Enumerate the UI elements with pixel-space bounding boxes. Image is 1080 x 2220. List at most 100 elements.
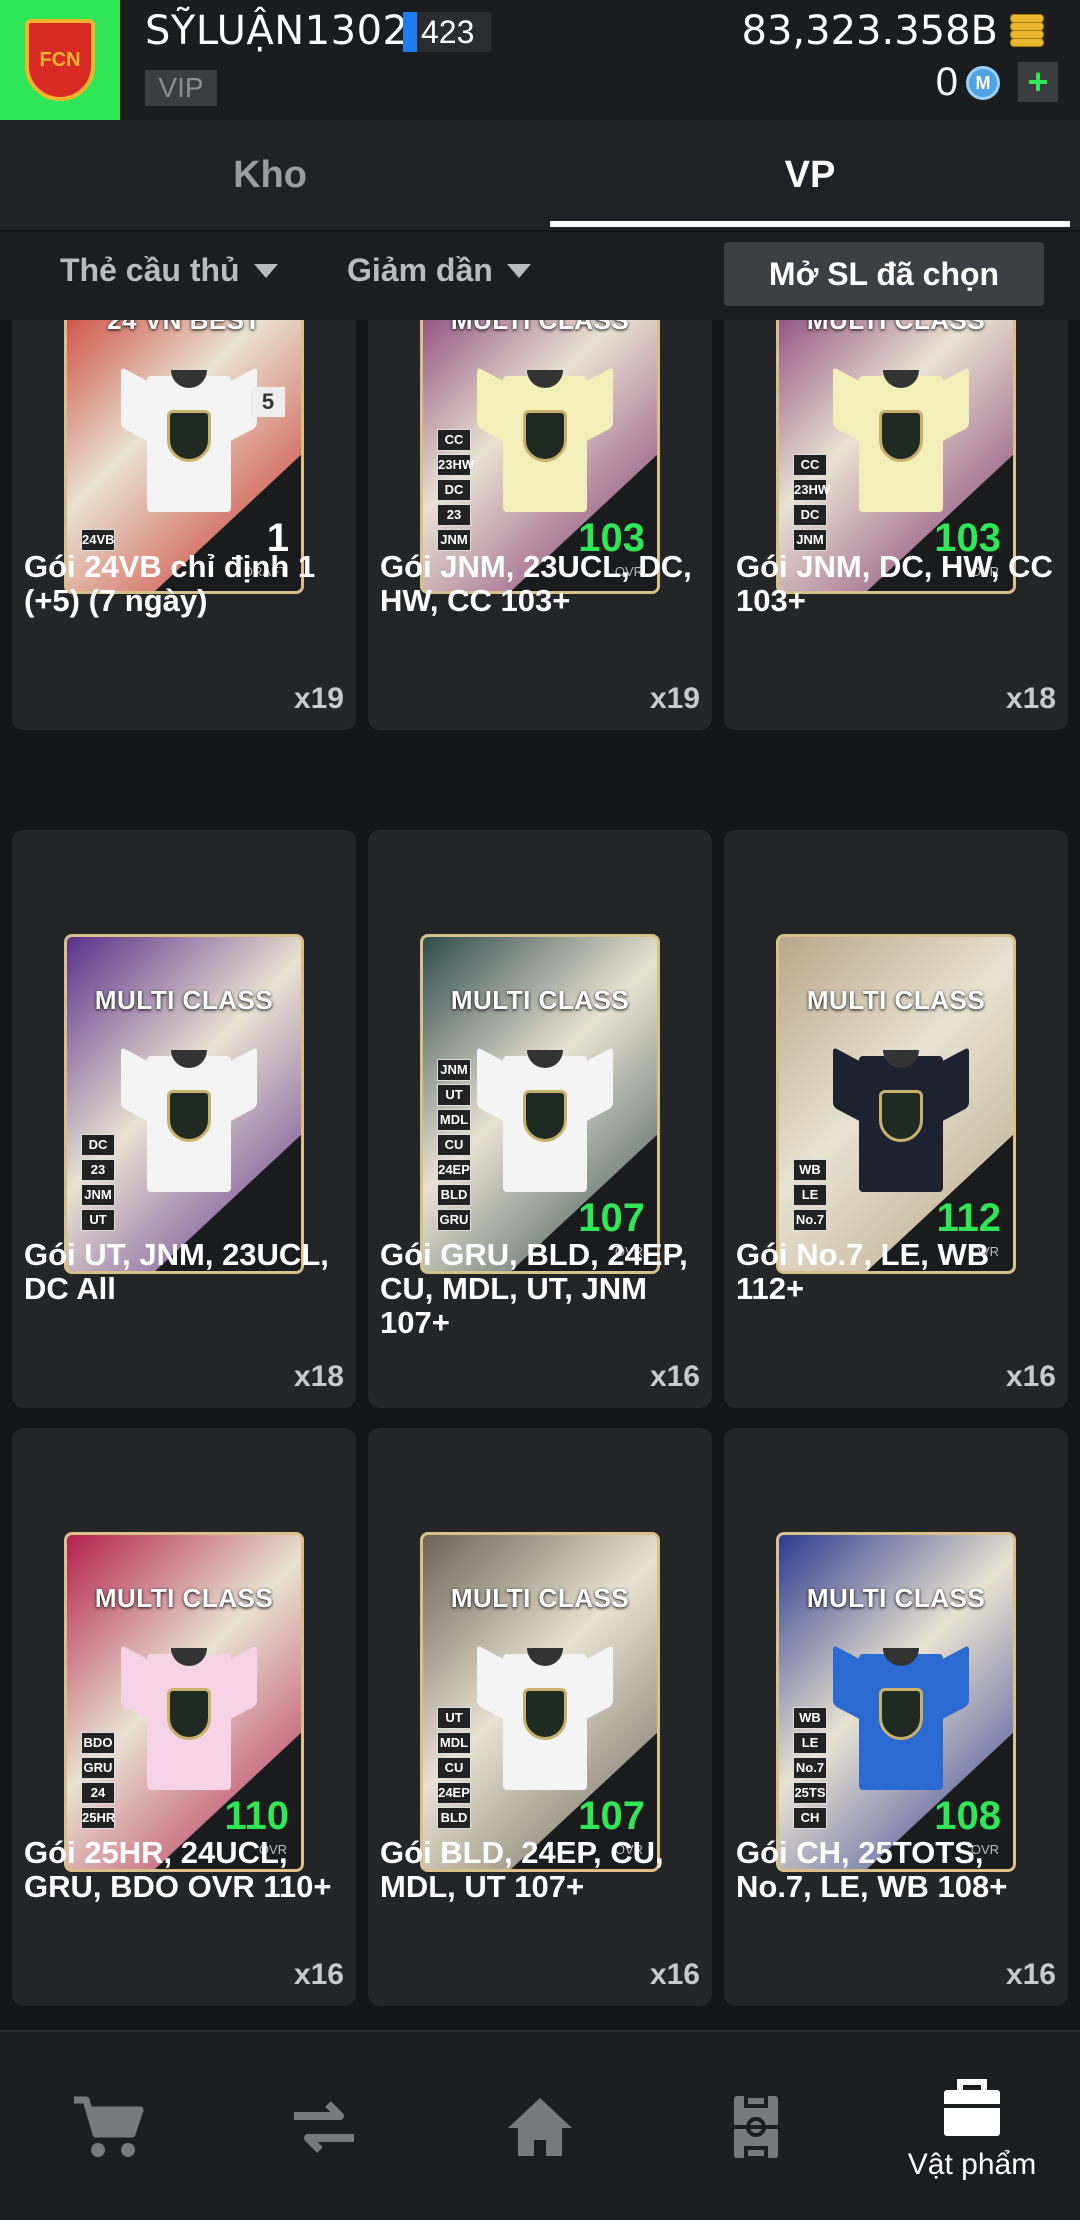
class-tag: 23 xyxy=(437,504,471,526)
pack-quantity: x19 xyxy=(293,682,344,715)
bottom-nav: Vật phẩm xyxy=(0,2030,1080,2220)
card-header-text: MULTI CLASS xyxy=(806,1583,986,1613)
ovr-value: 108 xyxy=(934,1794,1001,1838)
nav-squad[interactable] xyxy=(648,2032,864,2220)
pack-item[interactable]: MULTI CLASS UT MDL CU 24EP BLD 107 OVR Gói BLD, … xyxy=(368,1428,712,2006)
class-tags: UT MDL CU 24EP BLD xyxy=(437,1707,471,1829)
pack-item[interactable]: MULTI CLASS WB LE No.7 25TS CH 108 OVR Gói CH, 2… xyxy=(724,1428,1068,2006)
class-tags: DC 23 JNM UT xyxy=(81,1134,115,1231)
pack-name: Gói JNM, 23UCL, DC, HW, CC 103+ xyxy=(380,549,692,618)
class-tag: WB xyxy=(793,1159,827,1181)
nav-home[interactable] xyxy=(432,2032,648,2220)
pack-item[interactable]: MULTI CLASS DC 23 JNM UT Gói UT, JNM, 23UCL, … xyxy=(12,830,356,1408)
class-tag: UT xyxy=(437,1084,471,1106)
pack-card-image: MULTI CLASS UT MDL CU 24EP BLD 107 OVR xyxy=(420,1532,660,1872)
pack-name: Gói 24VB chỉ định 1 (+5) (7 ngày) xyxy=(24,549,316,618)
class-tag: CU xyxy=(437,1134,471,1156)
pack-quantity: x16 xyxy=(649,1360,700,1393)
tab-kho[interactable]: Kho xyxy=(0,120,540,230)
class-tag: No.7 xyxy=(793,1209,827,1231)
class-tag: JNM xyxy=(437,529,471,551)
pack-quantity: x18 xyxy=(1005,682,1056,715)
class-tags: BDO GRU 24 25HR xyxy=(81,1732,115,1829)
class-tag: DC xyxy=(793,504,827,526)
class-tag: LE xyxy=(793,1732,827,1754)
class-tags: CC 23HW DC 23 JNM xyxy=(437,429,474,551)
club-logo[interactable]: FCN xyxy=(0,0,120,120)
class-tags: WB LE No.7 25TS CH xyxy=(793,1707,827,1829)
type-filter-dropdown[interactable]: Thẻ cầu thủ xyxy=(60,252,278,289)
class-tag: 24 xyxy=(81,1782,115,1804)
class-tag: CH xyxy=(793,1807,827,1829)
class-tag: MDL xyxy=(437,1732,471,1754)
pack-item[interactable]: MULTI CLASS CC 23HW DC 23 JNM 103 OVR Gói JNM, 2… xyxy=(368,320,712,730)
pack-card-image: MULTI CLASS WB LE No.7 112 OVR xyxy=(776,934,1016,1274)
card-header-text: MULTI CLASS xyxy=(806,985,986,1015)
sort-label: Giảm dần xyxy=(347,252,493,288)
open-selected-button[interactable]: Mở SL đã chọn xyxy=(724,242,1044,306)
pack-item[interactable]: MULTI CLASS WB LE No.7 112 OVR Gói No.7, LE, W… xyxy=(724,830,1068,1408)
ovr-value: 112 xyxy=(936,1196,1001,1240)
jersey-icon xyxy=(121,1640,257,1790)
jersey-icon xyxy=(121,1042,257,1192)
class-tag: 24VB xyxy=(81,529,115,551)
class-tag: UT xyxy=(81,1209,115,1231)
card-header-text: MULTI CLASS xyxy=(806,320,986,335)
type-filter-label: Thẻ cầu thủ xyxy=(60,252,240,288)
class-tag: LE xyxy=(793,1184,827,1206)
class-tag: MDL xyxy=(437,1109,471,1131)
class-tag: JNM xyxy=(81,1184,115,1206)
class-tag: DC xyxy=(81,1134,115,1156)
jersey-icon xyxy=(833,1042,969,1192)
pack-quantity: x16 xyxy=(1005,1958,1056,1991)
jersey-icon xyxy=(121,362,257,512)
chevron-down-icon xyxy=(253,263,278,278)
class-tags: JNM UT MDL CU 24EP BLD GRU xyxy=(437,1059,471,1231)
pack-grid: 24 VN BEST 24VB 1 DRAFT 5 Gói 24VB chỉ định 1… xyxy=(0,320,1080,2020)
pack-name: Gói BLD, 24EP, CU, MDL, UT 107+ xyxy=(380,1835,664,1904)
m-coin-icon: M xyxy=(966,66,1000,100)
jersey-icon xyxy=(477,1640,613,1790)
class-tag: CC xyxy=(437,429,471,451)
card-header-text: MULTI CLASS xyxy=(94,1583,274,1613)
m-coin-balance: 0 xyxy=(935,60,958,104)
class-tag: DC xyxy=(437,479,471,501)
coin-icon xyxy=(1010,14,1044,48)
class-tag: JNM xyxy=(437,1059,471,1081)
jersey-icon xyxy=(477,1042,613,1192)
class-tag: BLD xyxy=(437,1807,471,1829)
pack-quantity: x16 xyxy=(649,1958,700,1991)
pack-name: Gói UT, JNM, 23UCL, DC All xyxy=(24,1237,329,1306)
card-header-text: MULTI CLASS xyxy=(94,985,274,1015)
pack-item[interactable]: 24 VN BEST 24VB 1 DRAFT 5 Gói 24VB chỉ định 1… xyxy=(12,320,356,730)
class-tag: 24EP xyxy=(437,1782,471,1804)
nav-transfer[interactable] xyxy=(216,2032,432,2220)
count-badge: 5 xyxy=(251,387,285,417)
bag-icon xyxy=(944,2079,1000,2136)
card-header-text: MULTI CLASS xyxy=(450,1583,630,1613)
vip-badge[interactable]: VIP xyxy=(145,70,217,106)
nav-items[interactable]: Vật phẩm xyxy=(864,2032,1080,2220)
transfer-icon xyxy=(294,2101,354,2153)
class-tag: JNM xyxy=(793,529,827,551)
pack-name: Gói No.7, LE, WB 112+ xyxy=(736,1237,990,1306)
pack-item[interactable]: MULTI CLASS CC 23HW DC JNM 103 OVR Gói JNM, DC,… xyxy=(724,320,1068,730)
sort-dropdown[interactable]: Giảm dần xyxy=(347,252,531,289)
add-currency-button[interactable]: + xyxy=(1018,61,1058,102)
club-logo-text: FCN xyxy=(39,48,81,71)
class-tag: 23HW xyxy=(437,454,474,476)
jersey-icon xyxy=(833,1640,969,1790)
nav-shop[interactable] xyxy=(0,2032,216,2220)
ovr-value: 107 xyxy=(578,1196,645,1240)
pack-item[interactable]: MULTI CLASS JNM UT MDL CU 24EP BLD GRU 107 OVR Gói… xyxy=(368,830,712,1408)
top-header: FCN SỸLUẬN1302 423 VIP 83,323.358B 0 M + xyxy=(0,0,1080,120)
pack-item[interactable]: MULTI CLASS BDO GRU 24 25HR 110 OVR Gói 25HR, 2… xyxy=(12,1428,356,2006)
field-icon xyxy=(734,2094,778,2160)
tab-vp[interactable]: VP xyxy=(540,120,1080,230)
level-badge: 423 xyxy=(403,12,491,52)
pack-name: Gói GRU, BLD, 24EP, CU, MDL, UT, JNM 107… xyxy=(380,1237,688,1340)
pack-quantity: x19 xyxy=(649,682,700,715)
class-tags: WB LE No.7 xyxy=(793,1159,827,1231)
pack-quantity: x16 xyxy=(293,1958,344,1991)
pack-quantity: x18 xyxy=(293,1360,344,1393)
